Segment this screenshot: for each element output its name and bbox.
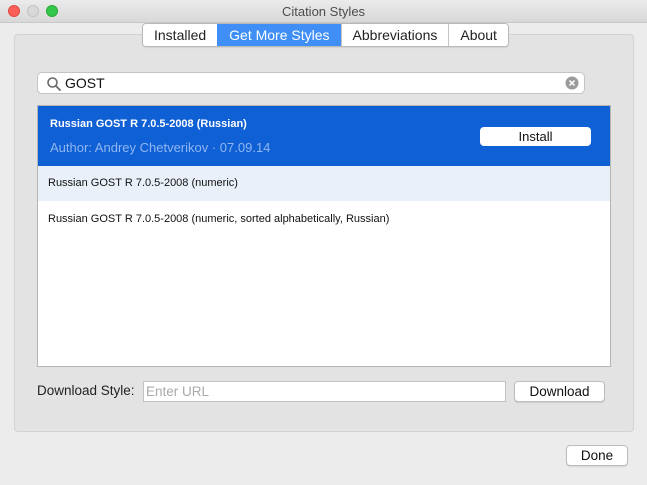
tab-about[interactable]: About xyxy=(448,24,508,46)
window-title: Citation Styles xyxy=(281,4,366,19)
list-item-selected[interactable]: Russian GOST R 7.0.5-2008 (Russian) Auth… xyxy=(38,106,610,166)
search-icon xyxy=(47,77,61,91)
clear-search-icon[interactable] xyxy=(565,76,579,90)
citation-styles-window: Citation Styles Installed Get More Style… xyxy=(0,0,647,485)
title-bar[interactable]: Citation Styles xyxy=(0,0,647,23)
search-field[interactable]: GOST xyxy=(37,72,585,94)
list-item[interactable]: Russian GOST R 7.0.5-2008 (numeric) xyxy=(38,166,610,201)
style-author: Author: Andrey Chetverikov · 07.09.14 xyxy=(50,140,271,155)
url-input[interactable]: Enter URL xyxy=(143,381,506,402)
done-button[interactable]: Done xyxy=(566,445,628,466)
tab-bar: Installed Get More Styles Abbreviations … xyxy=(142,23,509,47)
tab-installed[interactable]: Installed xyxy=(143,24,218,46)
install-button[interactable]: Install xyxy=(480,127,591,146)
download-button[interactable]: Download xyxy=(514,381,605,402)
list-item[interactable]: Russian GOST R 7.0.5-2008 (numeric, sort… xyxy=(38,202,610,237)
download-style-label: Download Style: xyxy=(37,383,135,398)
tab-abbreviations[interactable]: Abbreviations xyxy=(340,24,449,46)
search-input[interactable]: GOST xyxy=(65,75,105,91)
styles-results-list[interactable]: Russian GOST R 7.0.5-2008 (Russian) Auth… xyxy=(37,105,611,367)
style-name: Russian GOST R 7.0.5-2008 (Russian) xyxy=(50,118,247,130)
tab-get-more-styles[interactable]: Get More Styles xyxy=(217,24,341,46)
